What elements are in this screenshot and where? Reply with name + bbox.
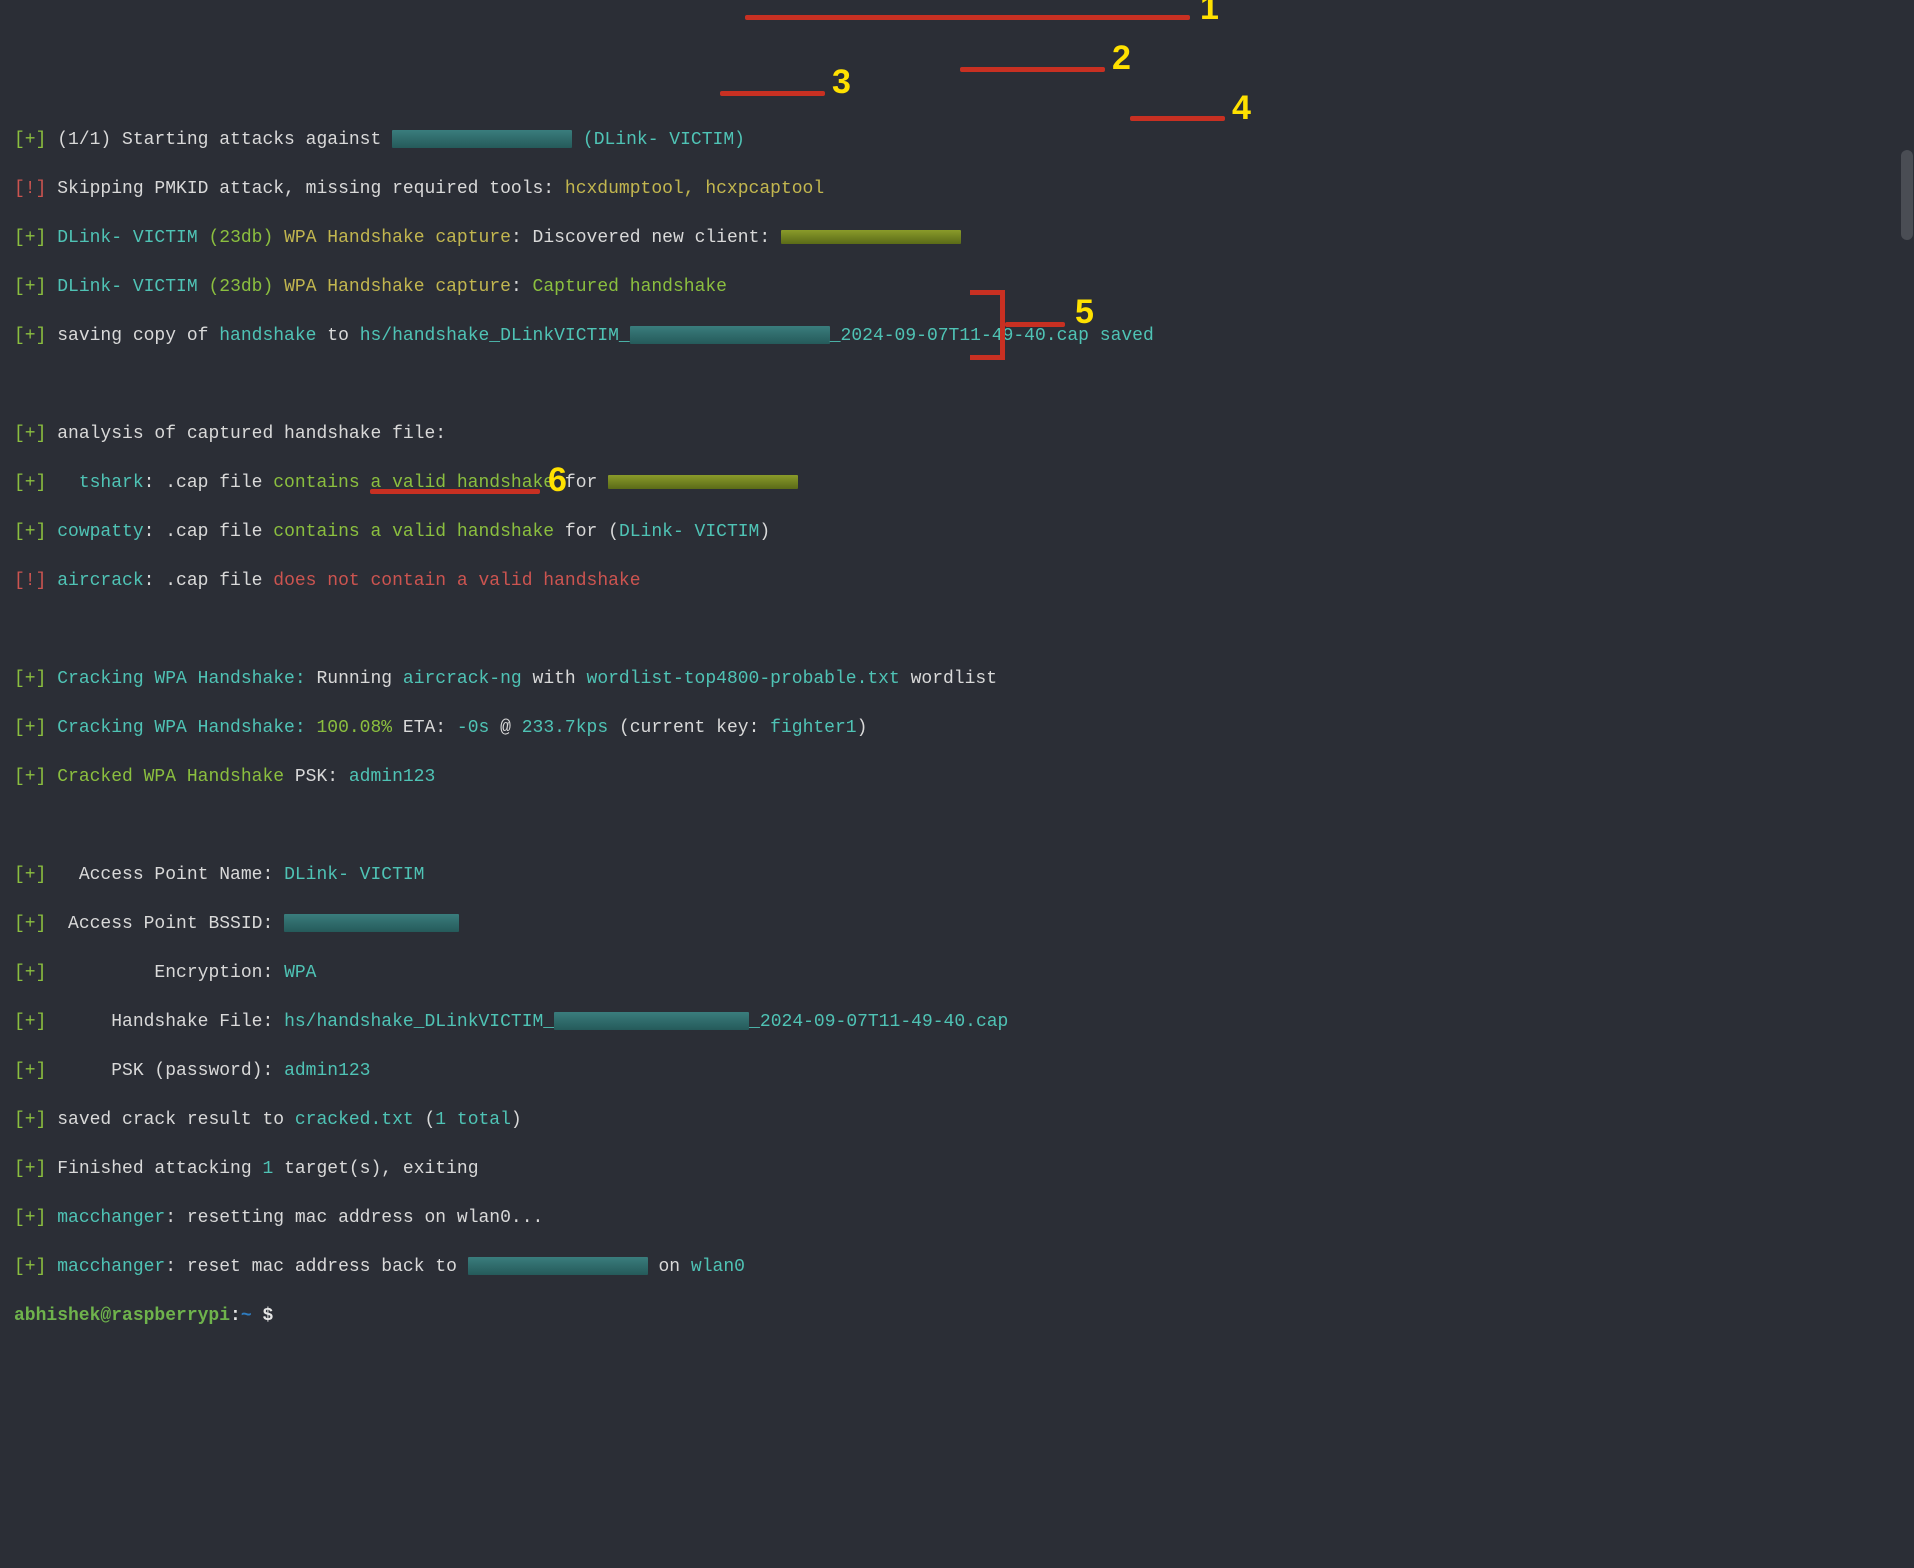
log-line: [!] aircrack: .cap file does not contain… [0, 569, 1914, 594]
scrollbar[interactable] [1900, 0, 1914, 784]
annotation-number-4: 4 [1232, 96, 1251, 121]
log-line: [+] analysis of captured handshake file: [0, 422, 1914, 447]
redacted-mac [608, 475, 798, 489]
log-line: [+] Access Point BSSID: [0, 912, 1914, 937]
log-line: [+] Access Point Name: DLink- VICTIM [0, 863, 1914, 888]
log-line: [+] tshark: .cap file contains a valid h… [0, 471, 1914, 496]
annotation-line-3 [720, 91, 825, 96]
redacted-mac [781, 230, 961, 244]
annotation-line-2 [960, 67, 1105, 72]
redacted-filename [630, 326, 830, 344]
annotation-number-3: 3 [832, 70, 851, 95]
blank-line [0, 373, 1914, 398]
log-line: [!] Skipping PMKID attack, missing requi… [0, 177, 1914, 202]
log-line: [+] Handshake File: hs/handshake_DLinkVI… [0, 1010, 1914, 1035]
annotation-number-5: 5 [1075, 300, 1094, 325]
log-line: [+] DLink- VICTIM (23db) WPA Handshake c… [0, 275, 1914, 300]
blank-line [0, 814, 1914, 839]
log-line: [+] macchanger: resetting mac address on… [0, 1206, 1914, 1231]
log-line: [+] cowpatty: .cap file contains a valid… [0, 520, 1914, 545]
terminal-output: [+] (1/1) Starting attacks against (DLin… [0, 103, 1914, 1353]
log-line: [+] macchanger: reset mac address back t… [0, 1255, 1914, 1280]
log-line: [+] DLink- VICTIM (23db) WPA Handshake c… [0, 226, 1914, 251]
annotation-line-5 [1005, 322, 1065, 327]
log-line: [+] (1/1) Starting attacks against (DLin… [0, 128, 1914, 153]
annotation-number-6: 6 [548, 468, 567, 493]
log-line: [+] Cracking WPA Handshake: Running airc… [0, 667, 1914, 692]
annotation-line-6 [370, 489, 540, 494]
log-line: [+] PSK (password): admin123 [0, 1059, 1914, 1084]
prompt-path: ~ [241, 1306, 263, 1326]
annotation-number-1: 1 [1200, 0, 1219, 21]
annotation-line-1 [745, 15, 1190, 20]
redacted-filename [554, 1012, 749, 1030]
redacted-bssid [284, 914, 459, 932]
prompt-line[interactable]: abhishek@raspberrypi:~ $ [0, 1304, 1914, 1329]
scrollbar-thumb[interactable] [1901, 150, 1913, 240]
annotation-line-4 [1130, 116, 1225, 121]
redacted-mac [468, 1257, 648, 1275]
log-line: [+] saved crack result to cracked.txt (1… [0, 1108, 1914, 1133]
annotation-number-2: 2 [1112, 46, 1131, 71]
redacted-bssid [392, 130, 572, 148]
log-line: [+] Encryption: WPA [0, 961, 1914, 986]
annotation-bracket-5 [970, 290, 1005, 360]
prompt-user: abhishek@raspberrypi [14, 1306, 230, 1326]
log-line: [+] Finished attacking 1 target(s), exit… [0, 1157, 1914, 1182]
log-line: [+] saving copy of handshake to hs/hands… [0, 324, 1914, 349]
log-line: [+] Cracking WPA Handshake: 100.08% ETA:… [0, 716, 1914, 741]
log-line: [+] Cracked WPA Handshake PSK: admin123 [0, 765, 1914, 790]
blank-line [0, 618, 1914, 643]
